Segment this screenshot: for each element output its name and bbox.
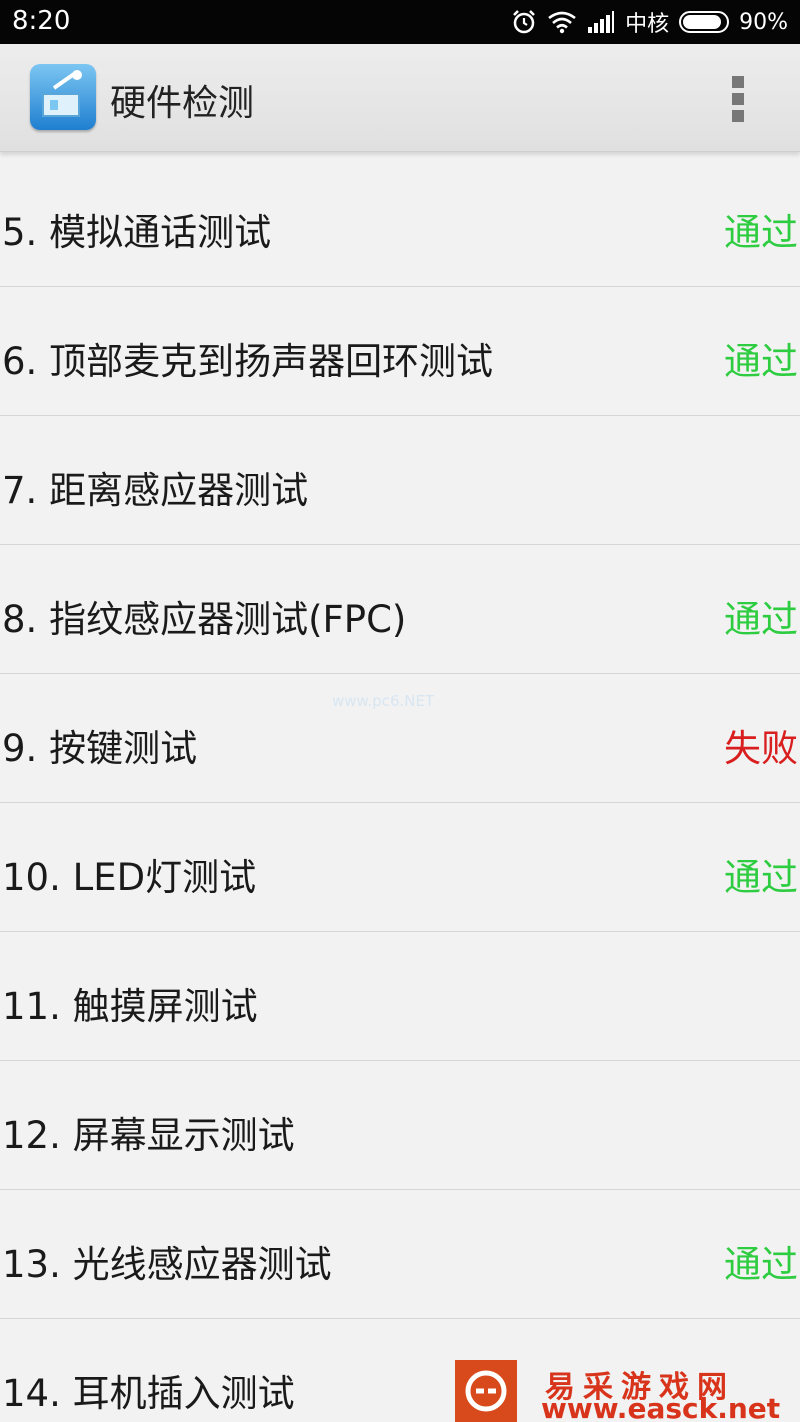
test-label: 5. 模拟通话测试 bbox=[2, 211, 272, 254]
test-status: 通过 bbox=[724, 856, 798, 899]
test-label: 12. 屏幕显示测试 bbox=[2, 1114, 295, 1157]
carrier-name: 中核 bbox=[625, 12, 670, 37]
list-item-test-12[interactable]: 12. 屏幕显示测试 bbox=[0, 1061, 800, 1190]
battery-icon bbox=[679, 11, 730, 33]
wifi-icon bbox=[547, 10, 577, 34]
action-bar: 硬件检测 bbox=[0, 44, 800, 152]
status-bar: 8:20 中核 90% bbox=[0, 0, 800, 44]
overflow-menu-icon[interactable] bbox=[722, 74, 754, 124]
signal-icon bbox=[587, 10, 615, 34]
test-status: 失败 bbox=[724, 727, 798, 770]
status-icons: 中核 90% bbox=[511, 0, 788, 44]
watermark-text: www.pc6.NET bbox=[332, 692, 435, 710]
test-label: 8. 指纹感应器测试(FPC) bbox=[2, 598, 407, 641]
list-item-test-11[interactable]: 11. 触摸屏测试 bbox=[0, 932, 800, 1061]
menu-dot bbox=[732, 93, 744, 105]
battery-level bbox=[683, 15, 721, 29]
alarm-icon bbox=[511, 9, 537, 35]
test-label: 6. 顶部麦克到扬声器回环测试 bbox=[2, 340, 494, 383]
list-item-test-13[interactable]: 13. 光线感应器测试 通过 bbox=[0, 1190, 800, 1319]
test-label: 14. 耳机插入测试 bbox=[2, 1372, 295, 1415]
list-item-test-7[interactable]: 7. 距离感应器测试 bbox=[0, 416, 800, 545]
menu-dot bbox=[732, 110, 744, 122]
test-status: 通过 bbox=[724, 340, 798, 383]
battery-percent: 90% bbox=[739, 9, 788, 35]
hardware-test-app-icon[interactable] bbox=[30, 64, 96, 130]
test-status: 通过 bbox=[724, 211, 798, 254]
test-label: 9. 按键测试 bbox=[2, 727, 198, 770]
status-time: 8:20 bbox=[12, 6, 71, 36]
menu-dot bbox=[732, 76, 744, 88]
test-list: 5. 模拟通话测试 通过 6. 顶部麦克到扬声器回环测试 通过 7. 距离感应器… bbox=[0, 158, 800, 1422]
site-watermark: 易采游戏网 www.easck.net bbox=[455, 1360, 800, 1422]
list-item-test-10[interactable]: 10. LED灯测试 通过 bbox=[0, 803, 800, 932]
test-label: 13. 光线感应器测试 bbox=[2, 1243, 332, 1286]
list-item-test-5[interactable]: 5. 模拟通话测试 通过 bbox=[0, 158, 800, 287]
page-title: 硬件检测 bbox=[110, 83, 255, 124]
test-label: 10. LED灯测试 bbox=[2, 856, 257, 899]
test-label: 7. 距离感应器测试 bbox=[2, 469, 309, 512]
site-url: www.easck.net bbox=[541, 1392, 781, 1422]
list-item-test-8[interactable]: 8. 指纹感应器测试(FPC) 通过 bbox=[0, 545, 800, 674]
test-label: 11. 触摸屏测试 bbox=[2, 985, 258, 1028]
site-logo-icon bbox=[455, 1360, 517, 1422]
list-item-test-6[interactable]: 6. 顶部麦克到扬声器回环测试 通过 bbox=[0, 287, 800, 416]
test-status: 通过 bbox=[724, 598, 798, 641]
test-status: 通过 bbox=[724, 1243, 798, 1286]
